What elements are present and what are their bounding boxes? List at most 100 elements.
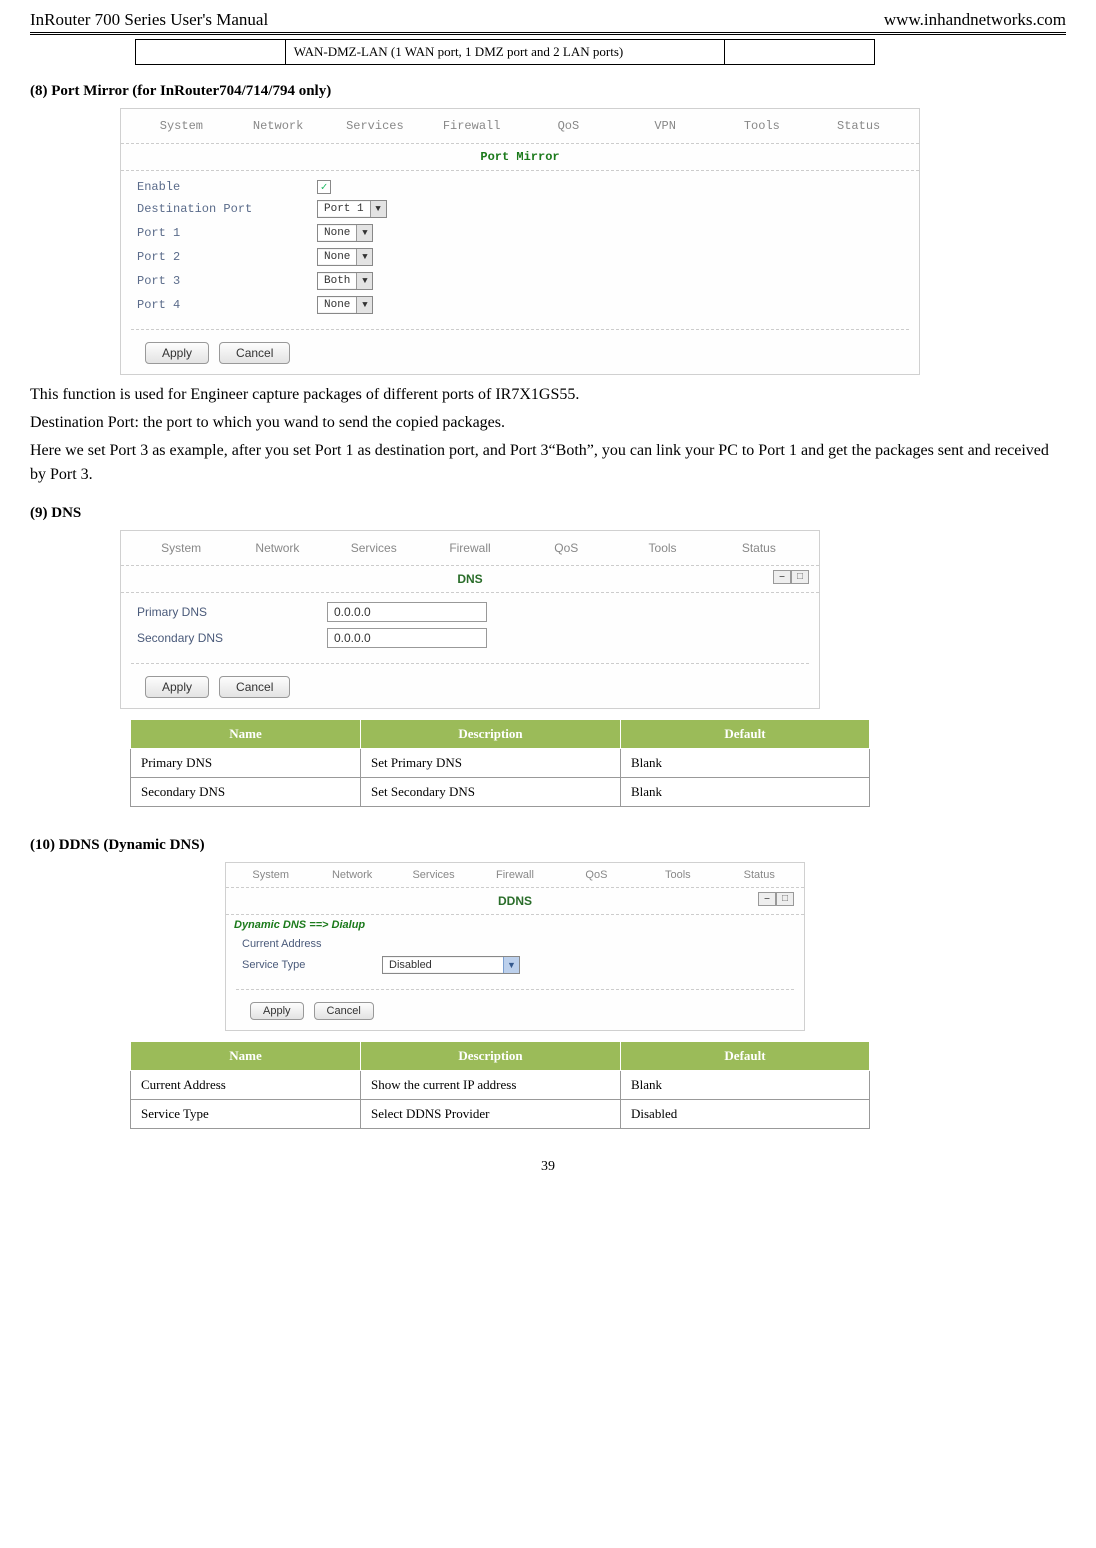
cell: Show the current IP address bbox=[361, 1071, 621, 1100]
separator bbox=[131, 663, 809, 664]
port3-value: Both bbox=[318, 274, 356, 288]
minimize-icon[interactable]: – bbox=[758, 892, 776, 906]
tab-network[interactable]: Network bbox=[229, 541, 325, 555]
col-default: Default bbox=[621, 1042, 870, 1071]
tab-firewall[interactable]: Firewall bbox=[423, 119, 520, 133]
table-row: Service Type Select DDNS Provider Disabl… bbox=[131, 1100, 870, 1129]
tab-vpn[interactable]: VPN bbox=[617, 119, 714, 133]
port1-select[interactable]: None ▼ bbox=[317, 224, 373, 242]
destination-port-label: Destination Port bbox=[137, 202, 317, 216]
window-controls: – □ bbox=[773, 570, 809, 584]
table-row: Secondary DNS Set Secondary DNS Blank bbox=[131, 778, 870, 807]
ddns-screenshot: System Network Services Firewall QoS Too… bbox=[225, 862, 805, 1031]
enable-checkbox[interactable]: ✓ bbox=[317, 180, 331, 194]
para-1: This function is used for Engineer captu… bbox=[30, 383, 1066, 407]
tab-qos[interactable]: QoS bbox=[520, 119, 617, 133]
service-type-row: Service Type Disabled ▼ bbox=[242, 953, 788, 977]
tab-network[interactable]: Network bbox=[311, 869, 392, 881]
col-default: Default bbox=[621, 720, 870, 749]
secondary-dns-row: Secondary DNS 0.0.0.0 bbox=[137, 625, 803, 651]
tab-status[interactable]: Status bbox=[719, 869, 800, 881]
cancel-button[interactable]: Cancel bbox=[219, 342, 290, 364]
secondary-dns-label: Secondary DNS bbox=[137, 631, 327, 645]
secondary-dns-input[interactable]: 0.0.0.0 bbox=[327, 628, 487, 648]
apply-button[interactable]: Apply bbox=[145, 676, 209, 698]
port4-select[interactable]: None ▼ bbox=[317, 296, 373, 314]
chevron-down-icon: ▼ bbox=[356, 273, 372, 289]
port4-row: Port 4 None ▼ bbox=[137, 293, 903, 317]
cell: Select DDNS Provider bbox=[361, 1100, 621, 1129]
destination-port-value: Port 1 bbox=[318, 202, 370, 216]
col-description: Description bbox=[361, 1042, 621, 1071]
port2-label: Port 2 bbox=[137, 250, 317, 264]
port4-value: None bbox=[318, 298, 356, 312]
port1-label: Port 1 bbox=[137, 226, 317, 240]
tab-firewall[interactable]: Firewall bbox=[474, 869, 555, 881]
tab-services[interactable]: Services bbox=[327, 119, 424, 133]
tab-services[interactable]: Services bbox=[326, 541, 422, 555]
header-left: InRouter 700 Series User's Manual bbox=[30, 10, 268, 30]
tab-system[interactable]: System bbox=[230, 869, 311, 881]
tab-system[interactable]: System bbox=[133, 119, 230, 133]
col-name: Name bbox=[131, 720, 361, 749]
port2-row: Port 2 None ▼ bbox=[137, 245, 903, 269]
minimize-icon[interactable]: – bbox=[773, 570, 791, 584]
cell: Secondary DNS bbox=[131, 778, 361, 807]
panel-title: DNS – □ bbox=[121, 565, 819, 593]
port4-label: Port 4 bbox=[137, 298, 317, 312]
port-mirror-screenshot: System Network Services Firewall QoS VPN… bbox=[120, 108, 920, 375]
panel-title-text: Port Mirror bbox=[480, 150, 559, 164]
tab-system[interactable]: System bbox=[133, 541, 229, 555]
tab-status[interactable]: Status bbox=[711, 541, 807, 555]
tab-qos[interactable]: QoS bbox=[556, 869, 637, 881]
button-row: Apply Cancel bbox=[121, 668, 819, 708]
enable-label: Enable bbox=[137, 180, 317, 194]
col-description: Description bbox=[361, 720, 621, 749]
current-address-row: Current Address bbox=[242, 935, 788, 953]
maximize-icon[interactable]: □ bbox=[791, 570, 809, 584]
tab-tools[interactable]: Tools bbox=[614, 541, 710, 555]
tab-network[interactable]: Network bbox=[230, 119, 327, 133]
tab-tools[interactable]: Tools bbox=[637, 869, 718, 881]
service-type-label: Service Type bbox=[242, 959, 382, 971]
tab-status[interactable]: Status bbox=[810, 119, 907, 133]
chevron-down-icon: ▼ bbox=[370, 201, 386, 217]
tab-tools[interactable]: Tools bbox=[714, 119, 811, 133]
header-rule bbox=[30, 32, 1066, 35]
cell: Blank bbox=[621, 778, 870, 807]
destination-port-select[interactable]: Port 1 ▼ bbox=[317, 200, 387, 218]
tab-firewall[interactable]: Firewall bbox=[422, 541, 518, 555]
port-mirror-form: Enable ✓ Destination Port Port 1 ▼ Port … bbox=[121, 171, 919, 325]
port3-select[interactable]: Both ▼ bbox=[317, 272, 373, 290]
port1-value: None bbox=[318, 226, 356, 240]
chevron-down-icon: ▼ bbox=[503, 957, 519, 973]
nav-tabs: System Network Services Firewall QoS Too… bbox=[226, 863, 804, 887]
cancel-button[interactable]: Cancel bbox=[219, 676, 290, 698]
maximize-icon[interactable]: □ bbox=[776, 892, 794, 906]
separator bbox=[131, 329, 909, 330]
chevron-down-icon: ▼ bbox=[356, 225, 372, 241]
tab-qos[interactable]: QoS bbox=[518, 541, 614, 555]
tab-services[interactable]: Services bbox=[393, 869, 474, 881]
window-controls: – □ bbox=[758, 892, 794, 906]
apply-button[interactable]: Apply bbox=[250, 1002, 304, 1020]
button-row: Apply Cancel bbox=[121, 334, 919, 374]
nav-tabs: System Network Services Firewall QoS Too… bbox=[121, 531, 819, 565]
apply-button[interactable]: Apply bbox=[145, 342, 209, 364]
table-row: Primary DNS Set Primary DNS Blank bbox=[131, 749, 870, 778]
button-row: Apply Cancel bbox=[226, 994, 804, 1030]
nav-tabs: System Network Services Firewall QoS VPN… bbox=[121, 109, 919, 143]
enable-row: Enable ✓ bbox=[137, 177, 903, 197]
ddns-desc-table: Name Description Default Current Address… bbox=[130, 1041, 870, 1129]
service-type-select[interactable]: Disabled ▼ bbox=[382, 956, 520, 974]
primary-dns-input[interactable]: 0.0.0.0 bbox=[327, 602, 487, 622]
ddns-form: Current Address Service Type Disabled ▼ bbox=[226, 933, 804, 985]
port3-row: Port 3 Both ▼ bbox=[137, 269, 903, 293]
cancel-button[interactable]: Cancel bbox=[314, 1002, 374, 1020]
port2-select[interactable]: None ▼ bbox=[317, 248, 373, 266]
primary-dns-label: Primary DNS bbox=[137, 605, 327, 619]
service-type-value: Disabled bbox=[383, 958, 503, 972]
section-9-heading: (9) DNS bbox=[30, 505, 1066, 522]
cell: Current Address bbox=[131, 1071, 361, 1100]
port3-label: Port 3 bbox=[137, 274, 317, 288]
